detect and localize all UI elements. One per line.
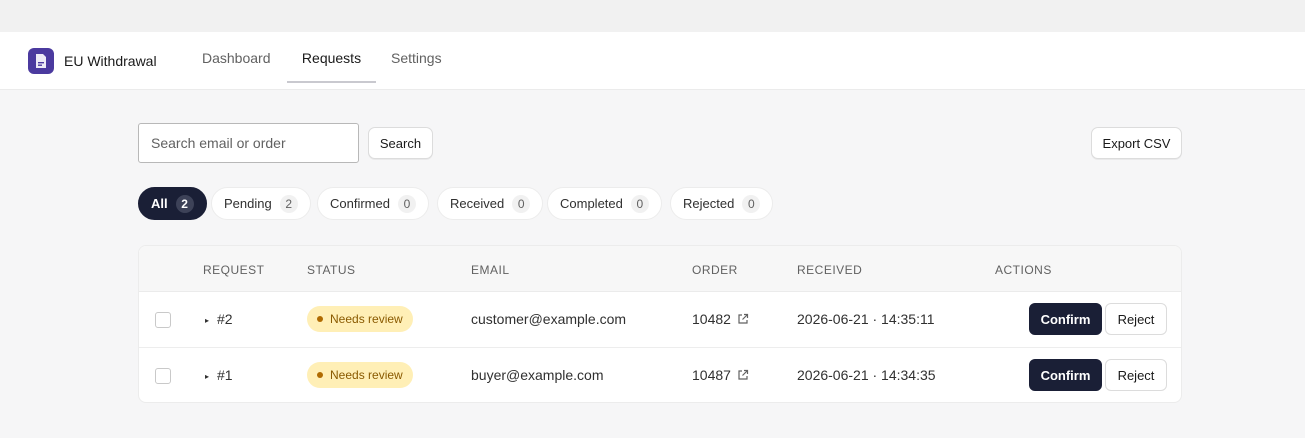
table-row: ▸ #1 Needs review buyer@example.com 10487… <box>139 347 1181 402</box>
tab-dashboard[interactable]: Dashboard <box>186 32 287 83</box>
request-id: #1 <box>217 367 233 383</box>
filter-label: All <box>151 196 168 211</box>
search-button[interactable]: Search <box>368 127 433 159</box>
header-received: RECEIVED <box>797 263 863 277</box>
header-email: EMAIL <box>471 263 510 277</box>
filter-received[interactable]: Received 0 <box>437 187 544 220</box>
confirm-button[interactable]: Confirm <box>1029 359 1102 391</box>
request-id-cell[interactable]: ▸ #2 <box>205 311 233 327</box>
order-number: 10487 <box>692 367 731 383</box>
filter-rejected[interactable]: Rejected 0 <box>670 187 774 220</box>
header-order: ORDER <box>692 263 738 277</box>
confirm-button[interactable]: Confirm <box>1029 303 1102 335</box>
status-label: Needs review <box>330 368 403 382</box>
order-number: 10482 <box>692 311 731 327</box>
requests-table: REQUEST STATUS EMAIL ORDER RECEIVED ACTI… <box>138 245 1182 403</box>
row-checkbox[interactable] <box>155 312 171 328</box>
reject-button[interactable]: Reject <box>1105 303 1167 335</box>
filter-confirmed[interactable]: Confirmed 0 <box>317 187 429 220</box>
reject-button[interactable]: Reject <box>1105 359 1167 391</box>
table-row: ▸ #2 Needs review customer@example.com 10… <box>139 292 1181 347</box>
filter-count: 0 <box>742 194 761 213</box>
order-link[interactable]: 10482 <box>692 311 749 327</box>
request-id-cell[interactable]: ▸ #1 <box>205 367 233 383</box>
order-link[interactable]: 10487 <box>692 367 749 383</box>
filter-completed[interactable]: Completed 0 <box>547 187 662 220</box>
filter-count: 0 <box>512 194 531 213</box>
filter-label: Pending <box>224 196 272 211</box>
filter-label: Rejected <box>683 196 735 211</box>
email-cell: customer@example.com <box>471 311 627 327</box>
request-id: #2 <box>217 311 233 327</box>
expand-caret-icon[interactable]: ▸ <box>205 316 209 325</box>
status-dot-icon <box>317 316 323 322</box>
filter-count: 2 <box>175 194 194 213</box>
export-csv-button[interactable]: Export CSV <box>1091 127 1182 159</box>
search-input[interactable] <box>138 123 359 163</box>
filter-count: 2 <box>279 194 298 213</box>
external-link-icon <box>738 369 749 380</box>
status-dot-icon <box>317 372 323 378</box>
filter-label: Received <box>450 196 505 211</box>
filter-label: Completed <box>560 196 623 211</box>
external-link-icon <box>738 313 749 324</box>
status-badge: Needs review <box>307 362 413 388</box>
row-checkbox[interactable] <box>155 368 171 384</box>
email-cell: buyer@example.com <box>471 367 604 383</box>
expand-caret-icon[interactable]: ▸ <box>205 372 209 381</box>
top-navbar: EU Withdrawal Dashboard Requests Setting… <box>0 32 1305 90</box>
tab-requests[interactable]: Requests <box>287 32 376 83</box>
received-cell: 2026-06-21 · 14:34:35 <box>797 367 936 383</box>
header-actions: ACTIONS <box>995 263 1052 277</box>
app-logo-icon <box>28 48 54 74</box>
filter-count: 0 <box>630 194 649 213</box>
filter-label: Confirmed <box>330 196 390 211</box>
brand[interactable]: EU Withdrawal <box>28 48 157 74</box>
header-status: STATUS <box>307 263 356 277</box>
filter-count: 0 <box>397 194 416 213</box>
filter-pending[interactable]: Pending 2 <box>211 187 311 220</box>
top-strip <box>0 0 1305 32</box>
received-cell: 2026-06-21 · 14:35:11 <box>797 311 935 327</box>
status-badge: Needs review <box>307 306 413 332</box>
tab-settings[interactable]: Settings <box>375 32 458 83</box>
header-request: REQUEST <box>203 263 265 277</box>
table-header: REQUEST STATUS EMAIL ORDER RECEIVED ACTI… <box>139 246 1181 292</box>
status-label: Needs review <box>330 312 403 326</box>
app-name: EU Withdrawal <box>64 53 157 69</box>
filter-all[interactable]: All 2 <box>138 187 207 220</box>
